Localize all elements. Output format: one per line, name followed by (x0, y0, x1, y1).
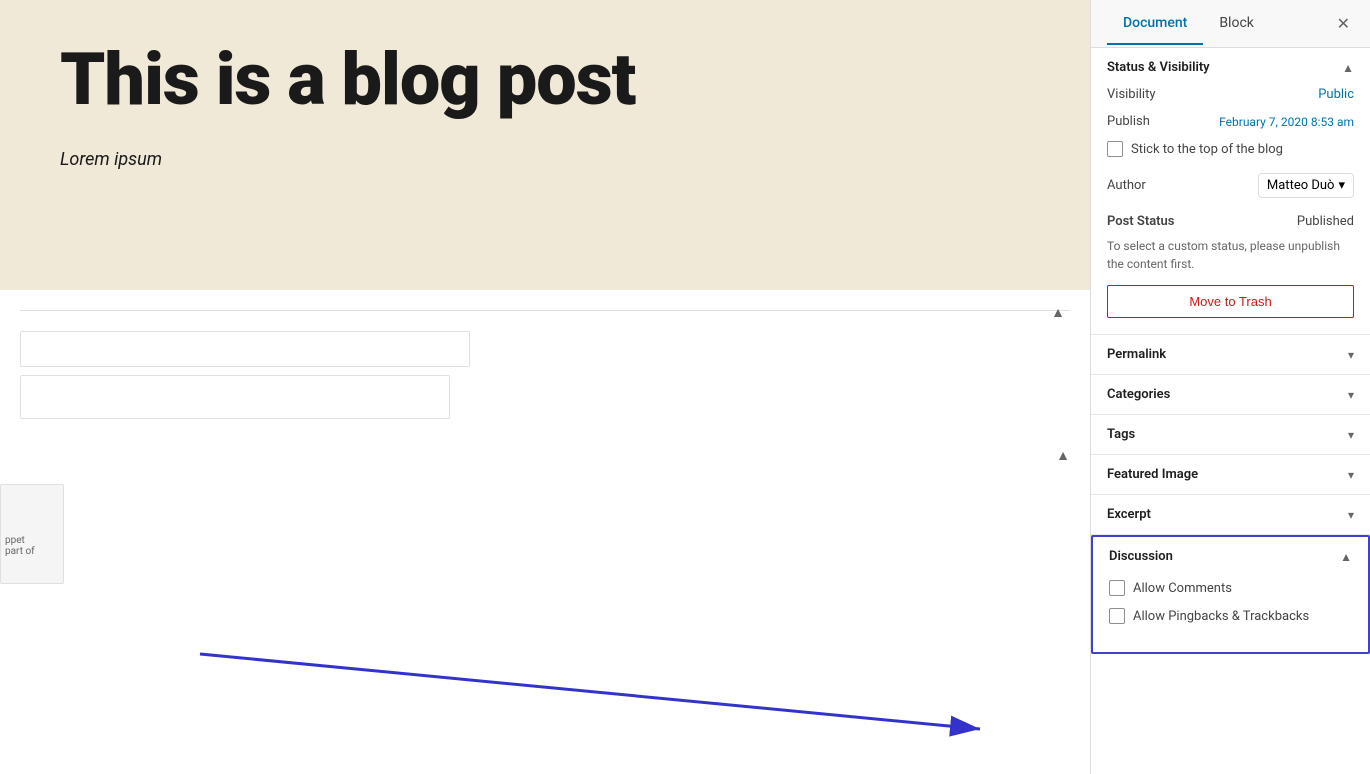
post-status-row: Post Status Published (1107, 214, 1354, 229)
categories-title: Categories (1107, 387, 1170, 402)
block-outline-1 (20, 331, 470, 367)
move-to-trash-button[interactable]: Move to Trash (1107, 285, 1354, 318)
allow-pingbacks-row: Allow Pingbacks & Trackbacks (1109, 608, 1352, 624)
post-status-label: Post Status (1107, 214, 1175, 229)
collapse-button[interactable]: ▲ (1046, 300, 1070, 324)
section-tags-header[interactable]: Tags ▾ (1091, 415, 1370, 454)
section-permalink-header[interactable]: Permalink ▾ (1091, 335, 1370, 374)
visibility-value[interactable]: Public (1318, 87, 1354, 102)
author-dropdown-icon: ▾ (1338, 178, 1345, 193)
stick-to-top-row: Stick to the top of the blog (1107, 141, 1354, 157)
chevron-up-icon: ▲ (1342, 61, 1354, 75)
author-row: Author Matteo Duò ▾ (1107, 173, 1354, 198)
allow-comments-label: Allow Comments (1133, 581, 1232, 596)
tab-block[interactable]: Block (1203, 3, 1270, 45)
section-tags: Tags ▾ (1091, 415, 1370, 455)
section-excerpt: Excerpt ▾ (1091, 495, 1370, 535)
chevron-down-icon-categories: ▾ (1348, 388, 1354, 402)
section-excerpt-header[interactable]: Excerpt ▾ (1091, 495, 1370, 534)
main-content: This is a blog post Lorem ipsum ▲ ▲ ppet… (0, 0, 1090, 774)
post-title[interactable]: This is a blog post (60, 40, 1030, 119)
sidebar-tabs: Document Block ✕ (1091, 0, 1370, 48)
widget-box: ppetpart of (0, 484, 64, 584)
discussion-content: Allow Comments Allow Pingbacks & Trackba… (1093, 576, 1368, 652)
excerpt-title: Excerpt (1107, 507, 1151, 522)
close-icon[interactable]: ✕ (1333, 10, 1354, 37)
section-discussion-header[interactable]: Discussion ▲ (1093, 537, 1368, 576)
stick-to-top-checkbox[interactable] (1107, 141, 1123, 157)
allow-pingbacks-label: Allow Pingbacks & Trackbacks (1133, 609, 1309, 624)
allow-comments-checkbox[interactable] (1109, 580, 1125, 596)
featured-image-title: Featured Image (1107, 467, 1198, 482)
visibility-row: Visibility Public (1107, 87, 1354, 102)
block-outline-2 (20, 375, 450, 419)
annotation-arrow (0, 614, 1050, 744)
publish-value[interactable]: February 7, 2020 8:53 am (1219, 115, 1354, 129)
status-visibility-title: Status & Visibility (1107, 60, 1210, 75)
sidebar: Document Block ✕ Status & Visibility ▲ V… (1090, 0, 1370, 774)
publish-row: Publish February 7, 2020 8:53 am (1107, 114, 1354, 129)
allow-comments-row: Allow Comments (1109, 580, 1352, 596)
section-discussion: Discussion ▲ Allow Comments Allow Pingba… (1091, 535, 1370, 654)
status-visibility-content: Visibility Public Publish February 7, 20… (1091, 87, 1370, 334)
chevron-up-icon-discussion: ▲ (1340, 550, 1352, 564)
section-featured-image-header[interactable]: Featured Image ▾ (1091, 455, 1370, 494)
author-value: Matteo Duò (1267, 178, 1335, 193)
post-status-value: Published (1297, 214, 1354, 229)
section-permalink: Permalink ▾ (1091, 335, 1370, 375)
stick-to-top-label: Stick to the top of the blog (1131, 142, 1283, 157)
content-area: ▲ ▲ ppetpart of (0, 290, 1090, 604)
collapse-button-2[interactable]: ▲ (1056, 447, 1070, 464)
section-status-visibility: Status & Visibility ▲ Visibility Public … (1091, 48, 1370, 335)
custom-status-note: To select a custom status, please unpubl… (1107, 237, 1354, 273)
chevron-down-icon-permalink: ▾ (1348, 348, 1354, 362)
author-label: Author (1107, 178, 1146, 193)
chevron-down-icon-tags: ▾ (1348, 428, 1354, 442)
allow-pingbacks-checkbox[interactable] (1109, 608, 1125, 624)
section-status-visibility-header[interactable]: Status & Visibility ▲ (1091, 48, 1370, 87)
discussion-title: Discussion (1109, 549, 1173, 564)
permalink-title: Permalink (1107, 347, 1166, 362)
tags-title: Tags (1107, 427, 1135, 442)
author-select[interactable]: Matteo Duò ▾ (1258, 173, 1354, 198)
tab-document[interactable]: Document (1107, 3, 1203, 45)
visibility-label: Visibility (1107, 87, 1156, 102)
chevron-down-icon-featured-image: ▾ (1348, 468, 1354, 482)
section-featured-image: Featured Image ▾ (1091, 455, 1370, 495)
publish-label: Publish (1107, 114, 1150, 129)
post-subtitle: Lorem ipsum (60, 149, 1030, 170)
editor-blocks (0, 311, 1090, 447)
section-categories: Categories ▾ (1091, 375, 1370, 415)
tabs-group: Document Block (1107, 3, 1270, 44)
hero-section: This is a blog post Lorem ipsum (0, 0, 1090, 290)
widget-text: ppetpart of (1, 485, 63, 561)
chevron-down-icon-excerpt: ▾ (1348, 508, 1354, 522)
section-categories-header[interactable]: Categories ▾ (1091, 375, 1370, 414)
